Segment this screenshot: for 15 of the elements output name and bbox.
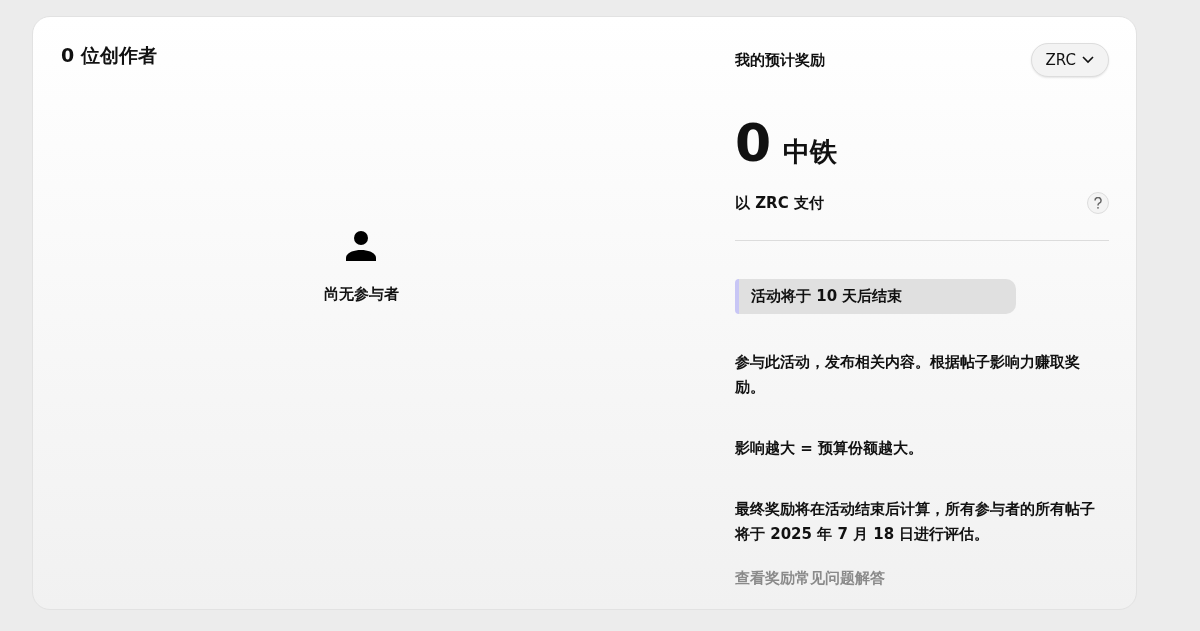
empty-state-text: 尚无参与者 (323, 285, 399, 304)
question-mark-icon (1094, 197, 1102, 209)
info-paragraph: 影响越大 = 预算份额越大。 (735, 438, 924, 459)
rewards-title: 我的预计奖励 (735, 50, 825, 70)
person-icon (345, 229, 377, 261)
chevron-down-icon (1082, 56, 1094, 64)
payment-note: 以 ZRC 支付 (735, 193, 824, 213)
help-button[interactable] (1087, 192, 1109, 214)
info-paragraph: 参与此活动，发布相关内容。根据帖子影响力赚取奖励。 (735, 352, 1081, 398)
info-paragraph: 最终奖励将在活动结束后计算，所有参与者的所有帖子将于 2025 年 7 月 18 日进行评估。 (735, 499, 1096, 545)
reward-unit: 中铁 (783, 135, 838, 169)
reward-amount: 0 (735, 117, 772, 169)
countdown-banner: 活动将于 10 天后结束 (735, 279, 1016, 314)
creators-heading: 0 位创作者 (61, 43, 158, 68)
currency-dropdown[interactable]: ZRC (1030, 43, 1109, 77)
